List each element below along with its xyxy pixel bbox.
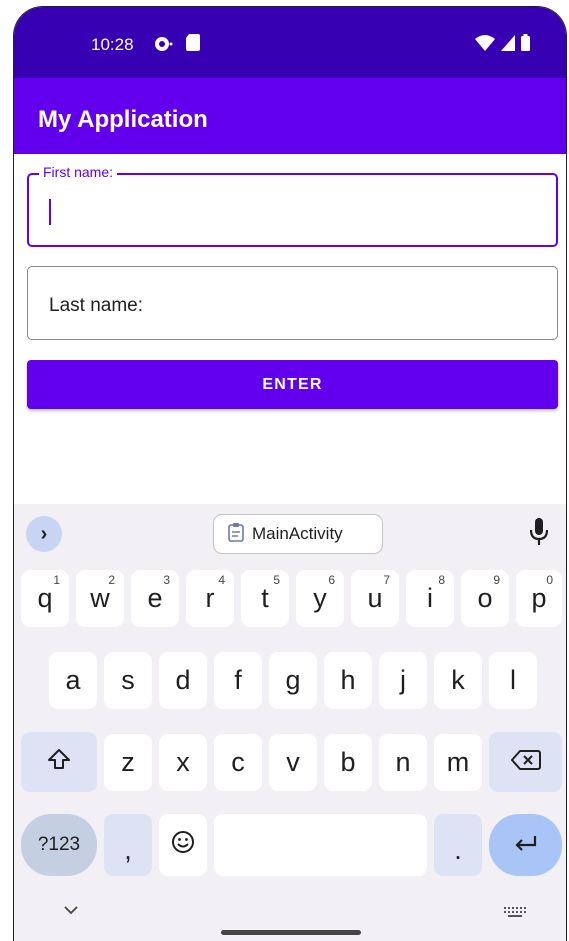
space-key[interactable] (214, 814, 427, 876)
keyboard-switch-icon[interactable] (504, 904, 526, 922)
battery-icon (521, 34, 530, 56)
key-g[interactable]: g (269, 652, 317, 709)
first-name-field[interactable]: First name: (27, 164, 558, 247)
clipboard-icon (228, 522, 244, 547)
shift-icon (47, 747, 71, 778)
enter-arrow-icon (513, 830, 539, 861)
key-e[interactable]: e3 (131, 570, 179, 627)
enter-key[interactable] (489, 814, 562, 876)
key-q[interactable]: q1 (21, 570, 69, 627)
key-v[interactable]: v (269, 734, 317, 791)
key-l[interactable]: l (489, 652, 537, 709)
key-o[interactable]: o9 (461, 570, 509, 627)
key-r[interactable]: r4 (186, 570, 234, 627)
app-bar: My Application (14, 78, 566, 154)
key-f[interactable]: f (214, 652, 262, 709)
key-m[interactable]: m (434, 734, 482, 791)
app-title: My Application (38, 106, 208, 133)
last-name-label: Last name: (49, 295, 143, 316)
first-name-label: First name: (39, 164, 118, 180)
key-j[interactable]: j (379, 652, 427, 709)
symbols-key[interactable]: ?123 (21, 814, 97, 876)
microphone-icon[interactable] (529, 518, 549, 551)
key-c[interactable]: c (214, 734, 262, 791)
key-i[interactable]: i8 (406, 570, 454, 627)
backspace-key[interactable] (489, 732, 562, 792)
key-u[interactable]: u7 (351, 570, 399, 627)
key-a[interactable]: a (49, 652, 97, 709)
key-k[interactable]: k (434, 652, 482, 709)
status-bar: 10:28 (14, 7, 566, 78)
clipboard-suggestion-text: MainActivity (252, 524, 343, 543)
comma-key[interactable]: , (104, 814, 152, 876)
text-cursor (49, 199, 51, 225)
status-time: 10:28 (91, 35, 134, 54)
key-s[interactable]: s (104, 652, 152, 709)
sd-card-icon (186, 34, 200, 56)
period-key[interactable]: . (434, 814, 482, 876)
soft-keyboard: › MainActivity q1 w2 e3 r4 t5 y6 u7 i8 o… (14, 504, 566, 941)
shift-key[interactable] (21, 732, 97, 792)
home-gesture-bar[interactable] (221, 930, 361, 935)
key-p[interactable]: p0 (516, 570, 562, 627)
clipboard-suggestion-chip[interactable]: MainActivity (213, 514, 383, 554)
key-w[interactable]: w2 (76, 570, 124, 627)
key-z[interactable]: z (104, 734, 152, 791)
wifi-icon (475, 34, 495, 56)
phone-screen: 10:28 My Application First name: Last na (13, 6, 567, 941)
key-y[interactable]: y6 (296, 570, 344, 627)
signal-icon (501, 34, 515, 56)
key-n[interactable]: n (379, 734, 427, 791)
chevron-right-icon[interactable]: › (26, 516, 62, 552)
emoji-icon (171, 830, 195, 861)
key-d[interactable]: d (159, 652, 207, 709)
keyboard-hide-chevron-icon[interactable] (64, 902, 78, 920)
last-name-field[interactable]: Last name: (27, 266, 558, 340)
sync-icon (154, 36, 174, 57)
key-t[interactable]: t5 (241, 570, 289, 627)
backspace-icon (510, 747, 541, 778)
enter-button[interactable]: ENTER (27, 360, 558, 409)
key-b[interactable]: b (324, 734, 372, 791)
key-x[interactable]: x (159, 734, 207, 791)
emoji-key[interactable] (159, 814, 207, 876)
key-h[interactable]: h (324, 652, 372, 709)
